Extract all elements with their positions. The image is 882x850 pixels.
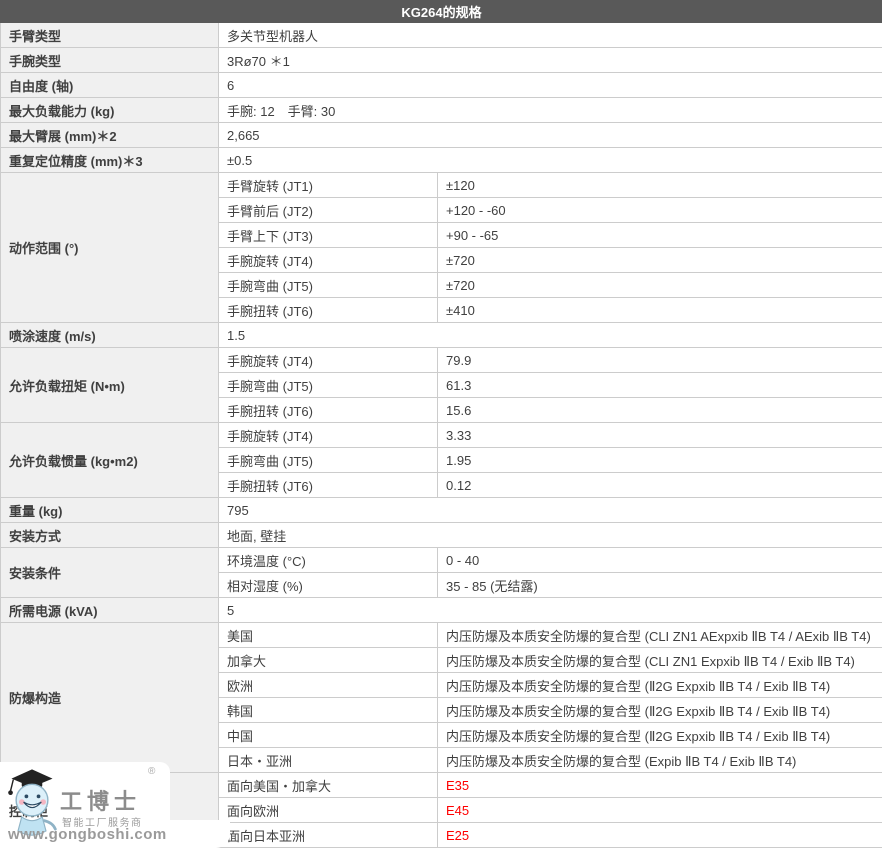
sublabel-canada: 加拿大 (219, 648, 438, 673)
sublabel-torque-jt6: 手腕扭转 (JT6) (219, 398, 438, 423)
table-row: 手腕类型 3Rø70 ＊1 (1, 48, 882, 73)
value-inertia-jt5: 1.95 (438, 448, 882, 473)
value-mounting: 地面, 壁挂 (219, 523, 882, 548)
label-max-payload: 最大负载能力 (kg) (1, 98, 219, 123)
value-inertia-jt6: 0.12 (438, 473, 882, 498)
value-power: 5 (219, 598, 882, 623)
value-europe: 内压防爆及本质安全防爆的复合型 (Ⅱ2G Expxib ⅡB T4 / Exib… (438, 673, 882, 698)
value-jt2: +120 - -60 (438, 198, 882, 223)
value-max-reach: 2,665 (219, 123, 882, 148)
sublabel-jt5: 手腕弯曲 (JT5) (219, 273, 438, 298)
watermark-background-bottom (0, 820, 230, 848)
value-usa: 内压防爆及本质安全防爆的复合型 (CLI ZN1 AExpxib ⅡB T4 /… (438, 623, 882, 648)
table-header-row: KG264的规格 (1, 1, 882, 23)
value-dof: 6 (219, 73, 882, 98)
table-row: 安装条件 环境温度 (°C) 0 - 40 (1, 548, 882, 573)
value-repeatability: ±0.5 (219, 148, 882, 173)
sublabel-torque-jt5: 手腕弯曲 (JT5) (219, 373, 438, 398)
table-row: 喷涂速度 (m/s) 1.5 (1, 323, 882, 348)
table-row: 重量 (kg) 795 (1, 498, 882, 523)
value-china: 内压防爆及本质安全防爆的复合型 (Ⅱ2G Expxib ⅡB T4 / Exib… (438, 723, 882, 748)
sublabel-torque-jt4: 手腕旋转 (JT4) (219, 348, 438, 373)
table-row: 最大臂展 (mm)＊2 2,665 (1, 123, 882, 148)
label-wrist-type: 手腕类型 (1, 48, 219, 73)
label-install-conditions: 安装条件 (1, 548, 219, 598)
value-controller-japan-asia: E25 (438, 823, 882, 848)
table-row: 允许负载扭矩 (N•m) 手腕旋转 (JT4) 79.9 (1, 348, 882, 373)
value-jt4: ±720 (438, 248, 882, 273)
sublabel-jt6: 手腕扭转 (JT6) (219, 298, 438, 323)
value-jt1: ±120 (438, 173, 882, 198)
value-spray-speed: 1.5 (219, 323, 882, 348)
value-torque-jt5: 61.3 (438, 373, 882, 398)
sublabel-jt2: 手臂前后 (JT2) (219, 198, 438, 223)
value-arm-type: 多关节型机器人 (219, 23, 882, 48)
sublabel-jt4: 手腕旋转 (JT4) (219, 248, 438, 273)
label-mounting: 安装方式 (1, 523, 219, 548)
value-inertia-jt4: 3.33 (438, 423, 882, 448)
value-jt6: ±410 (438, 298, 882, 323)
label-load-inertia: 允许负载惯量 (kg•m2) (1, 423, 219, 498)
value-humidity: 35 - 85 (无结露) (438, 573, 882, 598)
label-weight: 重量 (kg) (1, 498, 219, 523)
value-canada: 内压防爆及本质安全防爆的复合型 (CLI ZN1 Expxib ⅡB T4 / … (438, 648, 882, 673)
controller-code-e25: E25 (446, 828, 469, 843)
value-wrist-type: 3Rø70 ＊1 (219, 48, 882, 73)
value-jt5: ±720 (438, 273, 882, 298)
label-repeatability: 重复定位精度 (mm)＊3 (1, 148, 219, 173)
table-row: 重复定位精度 (mm)＊3 ±0.5 (1, 148, 882, 173)
label-explosion-proof: 防爆构造 (1, 623, 219, 773)
sublabel-jt3: 手臂上下 (JT3) (219, 223, 438, 248)
value-jt3: +90 - -65 (438, 223, 882, 248)
table-row: 自由度 (轴) 6 (1, 73, 882, 98)
sublabel-europe: 欧洲 (219, 673, 438, 698)
sublabel-japan-asia: 日本・亚洲 (219, 748, 438, 773)
value-max-payload: 手腕: 12 手臂: 30 (219, 98, 882, 123)
spec-table: KG264的规格 手臂类型 多关节型机器人 手腕类型 3Rø70 ＊1 自由度 … (0, 0, 882, 848)
label-max-reach: 最大臂展 (mm)＊2 (1, 123, 219, 148)
table-row: 允许负载惯量 (kg•m2) 手腕旋转 (JT4) 3.33 (1, 423, 882, 448)
label-power: 所需电源 (kVA) (1, 598, 219, 623)
sublabel-usa: 美国 (219, 623, 438, 648)
table-row: 安装方式 地面, 壁挂 (1, 523, 882, 548)
controller-label-text: 控制柜 (9, 804, 48, 819)
sublabel-controller-usa-canada: 面向美国・加拿大 (219, 773, 438, 798)
value-controller-europe: E45 (438, 798, 882, 823)
value-ambient-temp: 0 - 40 (438, 548, 882, 573)
value-torque-jt4: 79.9 (438, 348, 882, 373)
sublabel-controller-europe: 面向欧洲 (219, 798, 438, 823)
sublabel-humidity: 相对湿度 (%) (219, 573, 438, 598)
value-korea: 内压防爆及本质安全防爆的复合型 (Ⅱ2G Expxib ⅡB T4 / Exib… (438, 698, 882, 723)
table-row: 手臂类型 多关节型机器人 (1, 23, 882, 48)
value-torque-jt6: 15.6 (438, 398, 882, 423)
label-dof: 自由度 (轴) (1, 73, 219, 98)
value-japan-asia: 内压防爆及本质安全防爆的复合型 (Expib ⅡB T4 / Exib ⅡB T… (438, 748, 882, 773)
controller-code-e45: E45 (446, 803, 469, 818)
sublabel-jt1: 手臂旋转 (JT1) (219, 173, 438, 198)
sublabel-controller-japan-asia: 面向日本亚洲 (219, 823, 438, 848)
table-row: 所需电源 (kVA) 5 (1, 598, 882, 623)
sublabel-korea: 韩国 (219, 698, 438, 723)
table-row: 最大负载能力 (kg) 手腕: 12 手臂: 30 (1, 98, 882, 123)
page-title: KG264的规格 (1, 1, 882, 23)
sublabel-inertia-jt6: 手腕扭转 (JT6) (219, 473, 438, 498)
label-load-torque: 允许负载扭矩 (N•m) (1, 348, 219, 423)
label-motion-range: 动作范围 (°) (1, 173, 219, 323)
value-controller-usa-canada: E35 (438, 773, 882, 798)
label-arm-type: 手臂类型 (1, 23, 219, 48)
sublabel-inertia-jt4: 手腕旋转 (JT4) (219, 423, 438, 448)
table-row: 防爆构造 美国 内压防爆及本质安全防爆的复合型 (CLI ZN1 AExpxib… (1, 623, 882, 648)
sublabel-ambient-temp: 环境温度 (°C) (219, 548, 438, 573)
sublabel-inertia-jt5: 手腕弯曲 (JT5) (219, 448, 438, 473)
sublabel-china: 中国 (219, 723, 438, 748)
label-spray-speed: 喷涂速度 (m/s) (1, 323, 219, 348)
controller-code-e35: E35 (446, 778, 469, 793)
table-row: 动作范围 (°) 手臂旋转 (JT1) ±120 (1, 173, 882, 198)
value-weight: 795 (219, 498, 882, 523)
